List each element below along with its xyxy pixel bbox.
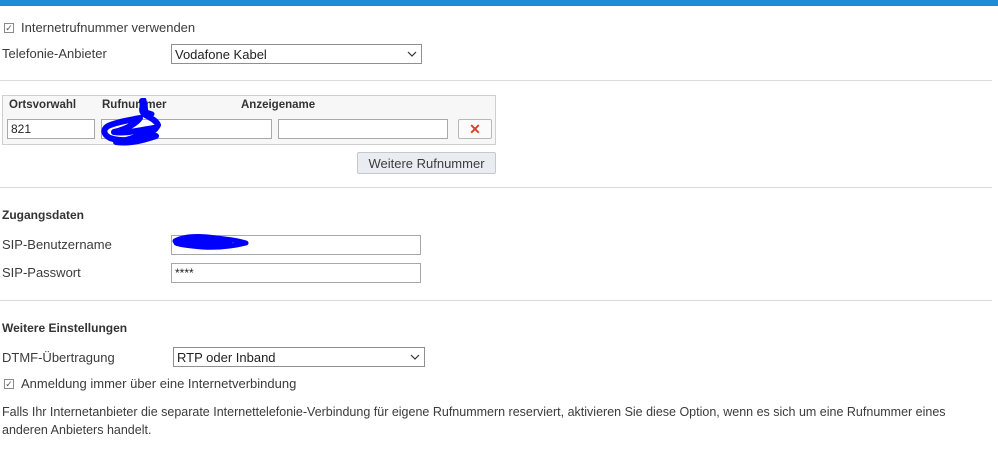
credentials-heading: Zugangsdaten: [2, 208, 85, 222]
sip-username-label: SIP-Benutzername: [2, 237, 112, 252]
sip-username-input[interactable]: [171, 235, 421, 255]
chevron-down-icon: [407, 51, 417, 57]
add-number-button[interactable]: Weitere Rufnummer: [357, 152, 496, 174]
dtmf-label: DTMF-Übertragung: [2, 350, 115, 365]
provider-select[interactable]: Vodafone Kabel: [171, 44, 422, 64]
phone-number-table: Ortsvorwahl Rufnummer Anzeigename ✕: [2, 95, 496, 145]
dtmf-select[interactable]: RTP oder Inband: [173, 347, 425, 367]
dtmf-selected-value: RTP oder Inband: [177, 349, 276, 365]
provider-selected-value: Vodafone Kabel: [175, 46, 267, 62]
section-divider: [0, 80, 992, 81]
option-description: Falls Ihr Internetanbieter die separate …: [2, 405, 946, 437]
phone-number-input[interactable]: [101, 119, 272, 139]
close-icon: ✕: [469, 120, 481, 137]
chevron-down-icon: [410, 354, 420, 360]
column-header-number: Rufnummer: [102, 99, 167, 111]
sip-password-label: SIP-Passwort: [2, 265, 81, 280]
checkmark-icon: ✓: [5, 378, 13, 389]
provider-label: Telefonie-Anbieter: [2, 46, 107, 61]
column-header-area-code: Ortsvorwahl: [9, 99, 77, 111]
column-header-display-name: Anzeigename: [241, 99, 316, 111]
display-name-input[interactable]: [278, 119, 448, 139]
delete-number-button[interactable]: ✕: [458, 119, 492, 139]
section-divider: [0, 187, 992, 188]
always-internet-label: Anmeldung immer über eine Internetverbin…: [21, 376, 297, 391]
top-accent-bar: [0, 0, 998, 6]
internet-number-checkbox[interactable]: ✓: [4, 23, 14, 33]
area-code-input[interactable]: [7, 119, 95, 139]
sip-password-input[interactable]: [171, 263, 421, 283]
always-internet-checkbox[interactable]: ✓: [4, 379, 14, 389]
section-divider: [0, 300, 992, 301]
checkmark-icon: ✓: [5, 22, 13, 33]
more-settings-heading: Weitere Einstellungen: [2, 321, 128, 335]
internet-number-label: Internetrufnummer verwenden: [21, 20, 196, 35]
